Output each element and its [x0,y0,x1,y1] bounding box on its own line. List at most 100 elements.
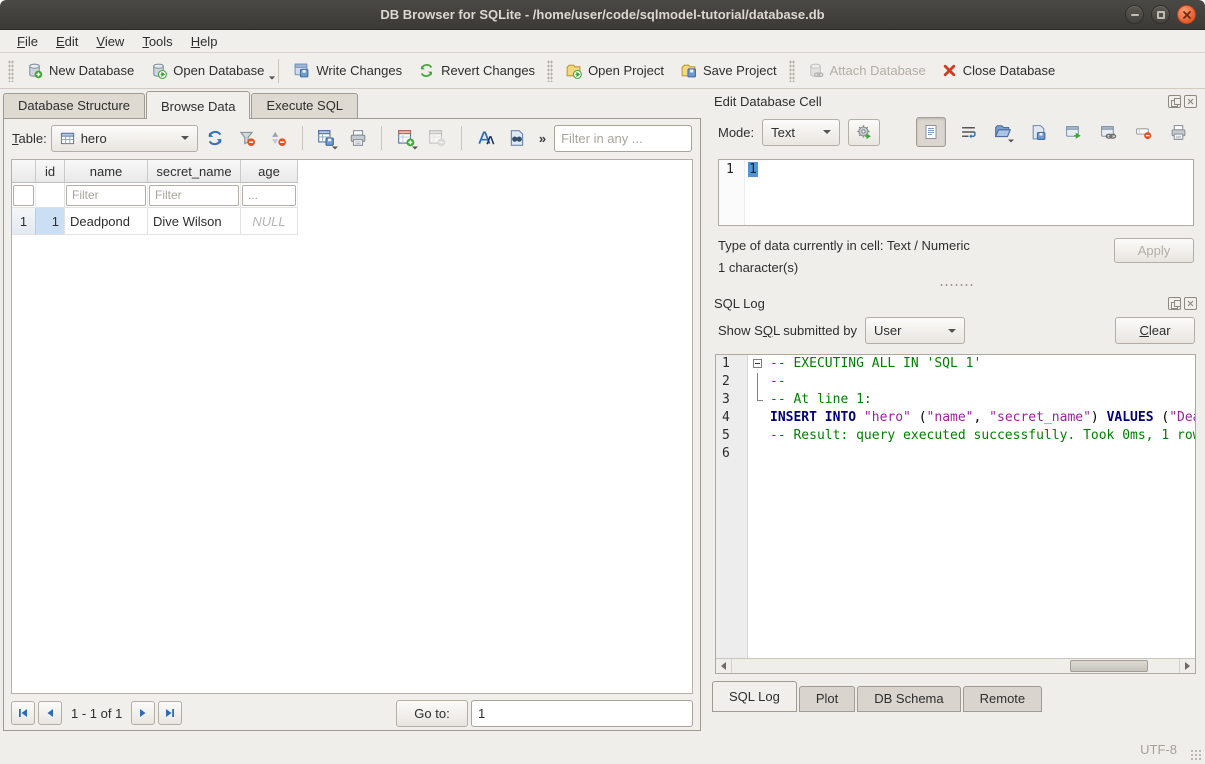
cell-char-count: 1 character(s) [718,257,970,279]
toolbar-separator [302,126,303,150]
save-results-button[interactable] [313,125,340,152]
table-select[interactable]: hero [51,125,198,152]
new-database-button[interactable]: New Database [18,57,142,84]
cell-editor-textarea[interactable]: 1 1 [718,159,1194,226]
cell-age[interactable]: NULL [241,208,298,235]
gear-arrow-icon [856,124,873,141]
open-database-dropdown-icon[interactable] [269,76,275,79]
tab-execute-sql[interactable]: Execute SQL [251,93,358,118]
set-null-button[interactable] [1130,119,1156,145]
row-header[interactable]: 1 [12,208,36,235]
close-dock-icon[interactable] [1184,95,1197,108]
chevron-down-icon [948,329,956,333]
clear-sorting-button[interactable] [264,125,291,152]
insert-record-dropdown-icon[interactable] [412,146,418,149]
resize-grip[interactable] [1190,749,1202,761]
tab-browse-data[interactable]: Browse Data [146,91,250,119]
main-tabs: Database Structure Browse Data Execute S… [0,89,706,118]
close-button[interactable] [1177,5,1196,24]
print-button[interactable] [344,125,371,152]
attach-database-label: Attach Database [830,63,926,78]
menu-tools[interactable]: Tools [133,32,181,51]
goto-button[interactable]: Go to: [396,700,468,727]
show-sql-select[interactable]: User [865,317,965,344]
menu-view[interactable]: View [87,32,133,51]
filter-input-age[interactable] [242,185,296,206]
tab-remote[interactable]: Remote [963,686,1043,712]
sql-log-line: 1-- EXECUTING ALL IN 'SQL 1' [716,355,1195,373]
word-wrap-button[interactable] [955,119,981,145]
sql-log-line: 5-- Result: query executed successfully.… [716,427,1195,445]
import-dropdown-icon[interactable] [1008,140,1014,143]
dock-splitter[interactable] [706,279,1205,291]
goto-input[interactable] [471,700,693,727]
filter-input-name[interactable] [66,185,146,206]
edit-cell-dock-titlebar: Edit Database Cell [706,89,1205,111]
delete-record-button[interactable] [424,125,451,152]
next-record-button[interactable] [131,701,155,725]
sql-log-hscrollbar[interactable] [716,658,1195,673]
column-header-id[interactable]: id [36,160,65,183]
column-header-age[interactable]: age [241,160,298,183]
open-in-external-button[interactable] [1060,119,1086,145]
clear-log-button[interactable]: Clear [1115,317,1195,344]
float-dock-icon[interactable] [1168,297,1181,310]
toolbar-grip[interactable] [547,60,553,82]
revert-changes-button[interactable]: Revert Changes [410,57,543,84]
first-record-button[interactable] [11,701,35,725]
float-dock-icon[interactable] [1168,95,1181,108]
sql-log-line: 4INSERT INTO "hero" ("name", "secret_nam… [716,409,1195,427]
scrollbar-thumb[interactable] [1070,660,1148,672]
column-header-secret-name[interactable]: secret_name [148,160,241,183]
copy-link-button[interactable] [1095,119,1121,145]
export-data-button[interactable] [1025,119,1051,145]
cell-secret-name[interactable]: Dive Wilson [148,208,241,235]
save-project-button[interactable]: Save Project [672,57,785,84]
menu-edit[interactable]: Edit [47,32,87,51]
text-mode-toggle-button[interactable] [916,117,946,147]
previous-record-button[interactable] [38,701,62,725]
tab-sql-log[interactable]: SQL Log [712,681,797,712]
import-data-button[interactable] [990,119,1016,145]
column-header-name[interactable]: name [65,160,148,183]
table-select-value: hero [81,131,107,146]
scroll-right-arrow-icon[interactable] [1179,659,1195,673]
open-project-button[interactable]: Open Project [557,57,672,84]
tab-plot[interactable]: Plot [799,686,855,712]
clear-filters-button[interactable] [233,125,260,152]
sql-log-controls: Show SQL submitted by User Clear [706,313,1205,348]
filter-any-input[interactable] [554,125,692,152]
apply-button[interactable]: Apply [1114,238,1194,263]
close-database-button[interactable]: Close Database [934,58,1064,83]
auto-switch-mode-button[interactable] [848,119,880,146]
open-database-button[interactable]: Open Database [142,57,272,84]
fold-collapse-icon[interactable] [748,355,770,373]
attach-database-button[interactable]: Attach Database [799,57,934,84]
menu-file[interactable]: File [8,32,47,51]
close-dock-icon[interactable] [1184,297,1197,310]
mode-select[interactable]: Text [762,119,840,146]
last-record-button[interactable] [158,701,182,725]
toolbar-grip[interactable] [8,60,14,82]
refresh-button[interactable] [202,125,229,152]
toolbar-grip[interactable] [789,60,795,82]
sql-log-view[interactable]: 1-- EXECUTING ALL IN 'SQL 1'2--3-- At li… [715,354,1196,674]
save-results-dropdown-icon[interactable] [332,146,338,149]
cell-name[interactable]: Deadpond [65,208,148,235]
toolbar-overflow-button[interactable]: » [535,131,550,146]
tab-database-structure[interactable]: Database Structure [3,93,145,118]
insert-record-button[interactable] [392,125,419,152]
edit-display-format-button[interactable] [472,125,499,152]
tab-db-schema[interactable]: DB Schema [857,686,960,712]
scroll-left-arrow-icon[interactable] [716,659,732,673]
write-changes-button[interactable]: Write Changes [285,57,410,84]
menu-help[interactable]: Help [182,32,227,51]
find-in-table-button[interactable] [503,125,530,152]
print-cell-button[interactable] [1165,119,1191,145]
maximize-button[interactable] [1151,5,1170,24]
minimize-button[interactable] [1125,5,1144,24]
save-document-icon [1030,124,1047,141]
cell-id[interactable]: 1 [36,208,65,235]
filter-input-secret-name[interactable] [149,185,239,206]
filter-input-id[interactable] [13,185,34,206]
